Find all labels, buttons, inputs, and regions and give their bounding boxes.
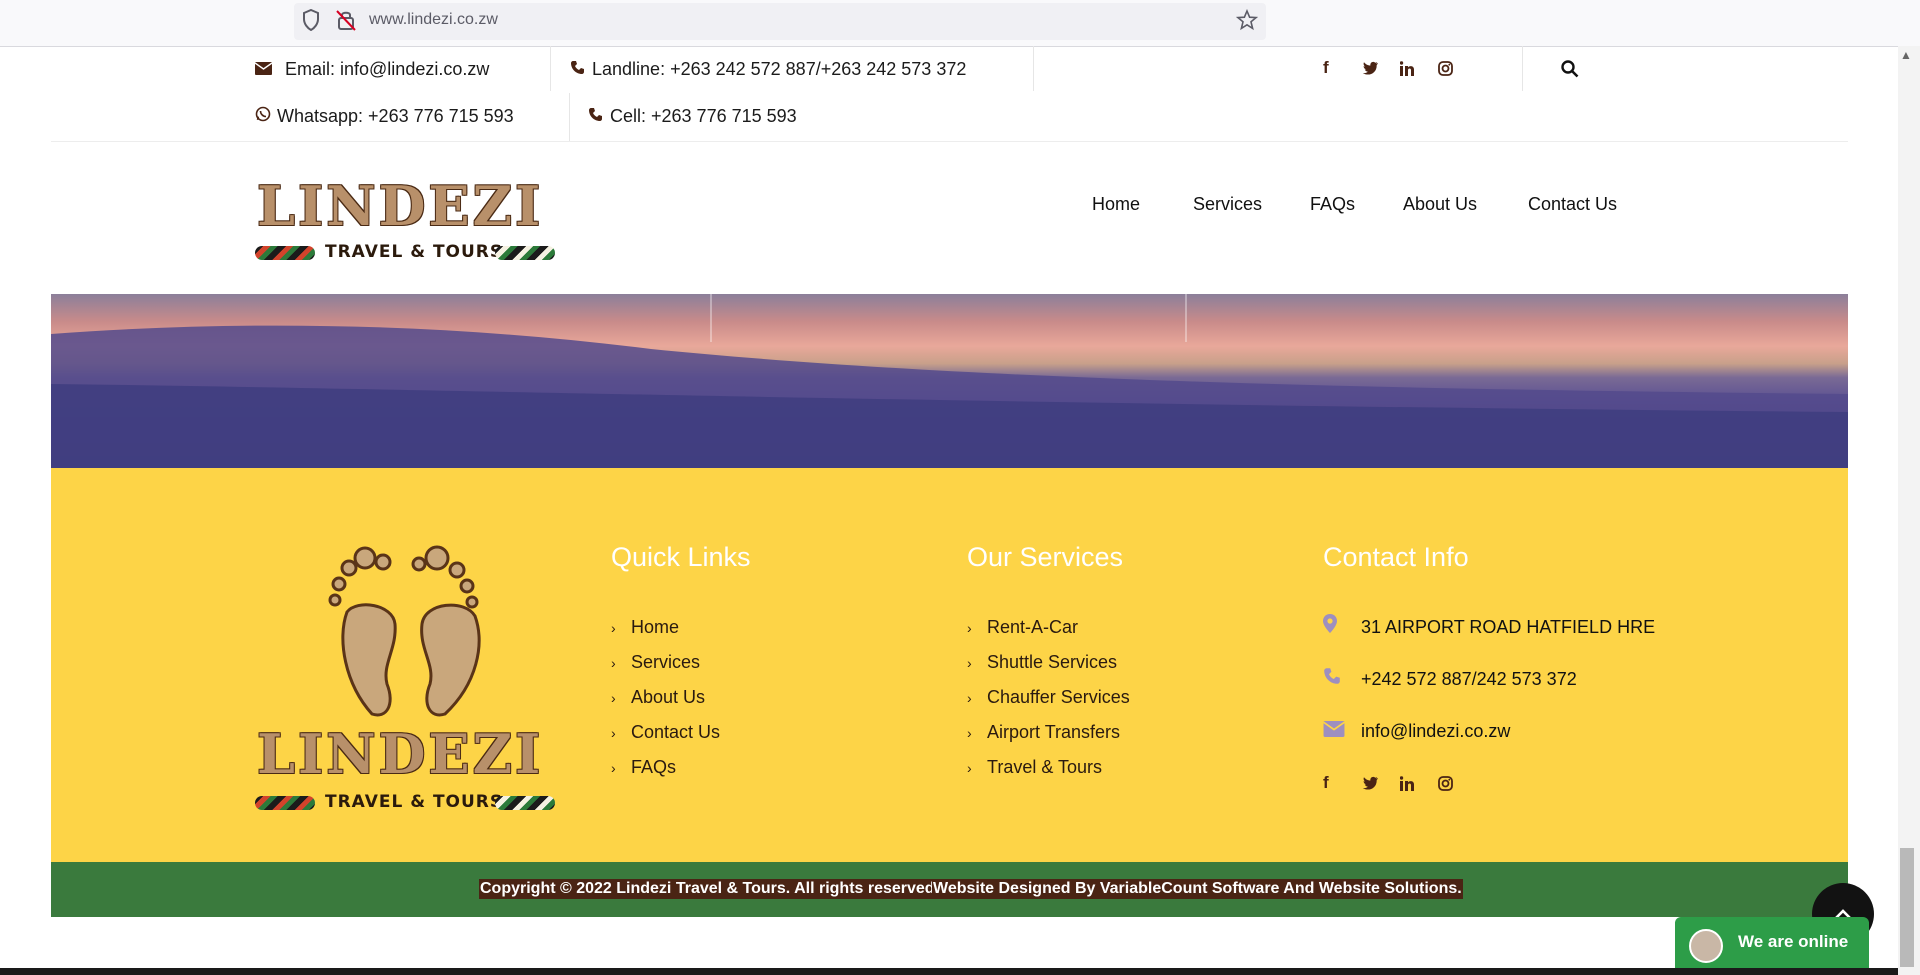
chat-agent-avatar — [1689, 929, 1723, 963]
phone-icon — [1323, 667, 1361, 691]
service-link-rent-a-car[interactable]: › Rent-A-Car — [967, 615, 1078, 640]
phone-icon — [570, 57, 592, 81]
chevron-right-icon: › — [967, 690, 972, 706]
facebook-icon[interactable]: f — [1323, 58, 1329, 78]
scrollbar-thumb[interactable] — [1900, 848, 1914, 967]
topbar-whatsapp[interactable]: Whatsapp: +263 776 715 593 — [255, 104, 514, 128]
quick-link-home[interactable]: › Home — [611, 615, 679, 640]
service-link-travel-tours[interactable]: › Travel & Tours — [967, 755, 1102, 780]
topbar-landline[interactable]: Landline: +263 242 572 887/+263 242 573 … — [570, 57, 966, 81]
logo-stripe-right — [495, 246, 555, 260]
footprints-icon — [328, 545, 481, 717]
nav-services[interactable]: Services — [1193, 192, 1262, 216]
instagram-icon[interactable] — [1438, 61, 1453, 81]
contact-info-title: Contact Info — [1323, 542, 1469, 572]
topbar-landline-text: Landline: +263 242 572 887/+263 242 573 … — [592, 59, 967, 79]
logo-stripe-left — [255, 246, 315, 260]
whatsapp-icon — [255, 104, 277, 128]
footer-linkedin-icon[interactable] — [1399, 776, 1415, 796]
chevron-right-icon: › — [611, 620, 616, 636]
chevron-right-icon: › — [967, 725, 972, 741]
topbar-cell-text: Cell: +263 776 715 593 — [610, 106, 797, 126]
shield-icon[interactable] — [302, 8, 322, 32]
logo-stripe-right — [495, 796, 555, 810]
envelope-icon — [1323, 719, 1361, 743]
footer-facebook-icon[interactable]: f — [1323, 773, 1329, 793]
scroll-up-arrow-icon[interactable]: ▲ — [1900, 48, 1912, 62]
bookmark-star-icon[interactable] — [1235, 8, 1259, 31]
linkedin-icon[interactable] — [1399, 61, 1415, 81]
contact-address-text: 31 AIRPORT ROAD HATFIELD HRE — [1361, 617, 1656, 637]
service-link-label: Airport Transfers — [987, 722, 1121, 742]
service-link-label: Shuttle Services — [987, 652, 1118, 672]
logo-stripe-left — [255, 796, 315, 810]
live-chat-widget[interactable]: We are online — [1675, 917, 1869, 969]
map-pin-icon — [1323, 614, 1361, 639]
our-services-title: Our Services — [967, 542, 1124, 572]
nav-about-us[interactable]: About Us — [1403, 192, 1477, 216]
contact-phone-text: +242 572 887/242 573 372 — [1361, 669, 1577, 689]
landscape-banner-image — [51, 294, 1848, 468]
copyright-text: Copyright © 2022 Lindezi Travel & Tours.… — [479, 879, 941, 899]
topbar-email-text: Email: info@lindezi.co.zw — [285, 59, 490, 79]
chevron-right-icon: › — [967, 760, 972, 776]
footer-logo[interactable]: LINDEZI TRAVEL & TOURS — [255, 540, 560, 820]
chevron-right-icon: › — [611, 655, 616, 671]
quick-link-label: Contact Us — [631, 722, 721, 742]
logo-tagline: TRAVEL & TOURS — [325, 242, 504, 262]
topbar-divider — [569, 93, 570, 141]
no-lock-icon[interactable] — [336, 9, 356, 31]
quick-link-label: Home — [631, 617, 680, 637]
service-link-shuttle[interactable]: › Shuttle Services — [967, 650, 1117, 675]
topbar-divider — [550, 46, 551, 91]
service-link-airport-transfers[interactable]: › Airport Transfers — [967, 720, 1120, 745]
quick-links-title: Quick Links — [611, 542, 751, 572]
nav-faqs[interactable]: FAQs — [1310, 192, 1355, 216]
footer-twitter-icon[interactable] — [1362, 776, 1379, 795]
chevron-right-icon: › — [967, 655, 972, 671]
chevron-right-icon: › — [611, 760, 616, 776]
url-text[interactable]: www.lindezi.co.zw — [369, 9, 498, 31]
logo-wordmark: LINDEZI — [257, 174, 544, 238]
designer-credit-link[interactable]: Website Designed By VariableCount Softwa… — [932, 879, 1463, 899]
contact-email-text: info@lindezi.co.zw — [1361, 721, 1511, 741]
service-link-label: Travel & Tours — [987, 757, 1103, 777]
chevron-right-icon: › — [611, 690, 616, 706]
topbar-cell[interactable]: Cell: +263 776 715 593 — [588, 104, 797, 128]
envelope-icon — [254, 57, 277, 81]
service-link-label: Chauffer Services — [987, 687, 1130, 707]
page-scrollbar[interactable] — [1898, 46, 1920, 975]
footer-logo-tagline: TRAVEL & TOURS — [325, 792, 504, 812]
quick-link-label: About Us — [631, 687, 706, 707]
quick-link-faqs[interactable]: › FAQs — [611, 755, 676, 780]
contact-address: 31 AIRPORT ROAD HATFIELD HRE — [1323, 614, 1655, 639]
search-icon[interactable] — [1561, 60, 1579, 83]
quick-link-label: Services — [631, 652, 701, 672]
chat-status-label: We are online — [1738, 932, 1849, 951]
contact-phone[interactable]: +242 572 887/242 573 372 — [1323, 667, 1577, 691]
chevron-right-icon: › — [967, 620, 972, 636]
nav-contact-us[interactable]: Contact Us — [1528, 192, 1617, 216]
service-link-chauffer[interactable]: › Chauffer Services — [967, 685, 1130, 710]
topbar-divider — [1522, 46, 1523, 91]
taskbar-strip — [0, 968, 1898, 975]
chevron-right-icon: › — [611, 725, 616, 741]
header-divider — [51, 141, 1848, 142]
contact-email[interactable]: info@lindezi.co.zw — [1323, 719, 1510, 743]
site-logo[interactable]: LINDEZI TRAVEL & TOURS — [255, 176, 560, 268]
topbar-divider — [1033, 46, 1034, 91]
service-link-label: Rent-A-Car — [987, 617, 1079, 637]
nav-home[interactable]: Home — [1092, 192, 1140, 216]
quick-link-services[interactable]: › Services — [611, 650, 700, 675]
quick-link-label: FAQs — [631, 757, 677, 777]
quick-link-about-us[interactable]: › About Us — [611, 685, 705, 710]
footer-logo-wordmark: LINDEZI — [257, 722, 544, 786]
topbar-whatsapp-text: Whatsapp: +263 776 715 593 — [277, 106, 514, 126]
footer-instagram-icon[interactable] — [1438, 776, 1453, 796]
twitter-icon[interactable] — [1362, 61, 1379, 80]
quick-link-contact-us[interactable]: › Contact Us — [611, 720, 720, 745]
topbar-email[interactable]: Email: info@lindezi.co.zw — [254, 57, 490, 81]
phone-icon — [588, 104, 610, 128]
